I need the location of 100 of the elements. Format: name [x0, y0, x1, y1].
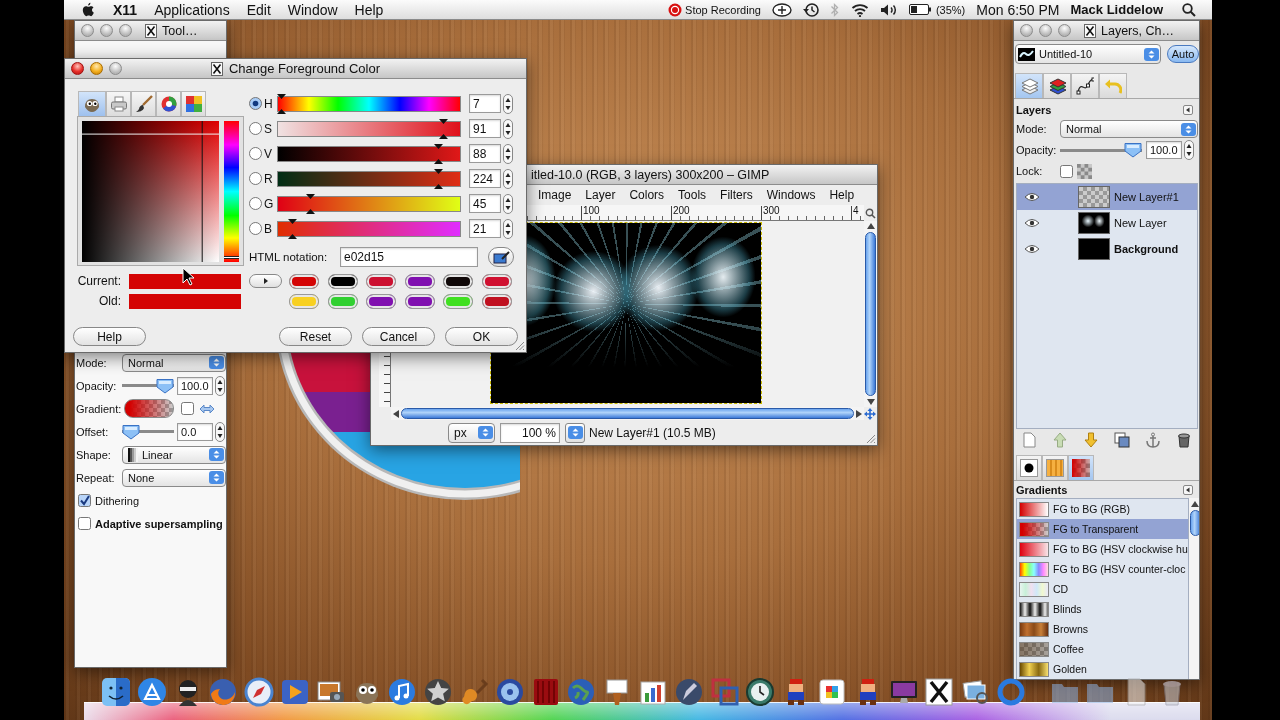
radio-button[interactable] [249, 222, 262, 235]
shape-dropdown[interactable]: Linear [122, 445, 226, 464]
up-arrow-icon[interactable] [866, 223, 875, 229]
layer-row[interactable]: New Layer [1017, 210, 1197, 236]
checkbox[interactable] [78, 494, 91, 507]
panel-menu-icon[interactable] [1183, 485, 1193, 495]
color-history-swatch[interactable] [443, 273, 473, 289]
value-field[interactable]: 0.0 [177, 422, 213, 441]
gradient-row[interactable]: Coffee [1017, 639, 1188, 659]
channel-slider[interactable] [277, 170, 461, 187]
help-button[interactable]: Help [73, 327, 146, 346]
gradient-preview[interactable] [124, 399, 174, 418]
menu-item[interactable]: Image [538, 188, 572, 202]
up-arrow-icon[interactable] [1191, 501, 1199, 507]
spin-arrows-icon[interactable] [503, 118, 513, 139]
slider-thumb[interactable] [1124, 142, 1142, 158]
channel-slider[interactable] [277, 195, 461, 212]
gradient-row[interactable]: Browns [1017, 619, 1188, 639]
color-history-swatch[interactable] [289, 273, 319, 289]
minimize-button[interactable] [1039, 24, 1052, 37]
zoom-dropdown-button[interactable] [565, 422, 585, 443]
gradient-row[interactable]: Golden [1017, 659, 1188, 679]
close-button[interactable] [71, 62, 84, 75]
anchor-icon[interactable] [1145, 432, 1161, 448]
swap-arrows-icon[interactable] [199, 403, 215, 414]
menu-item[interactable]: Window [287, 0, 338, 19]
slider-marker[interactable] [306, 193, 316, 214]
radio-button[interactable] [249, 122, 262, 135]
menu-item[interactable]: Filters [720, 188, 753, 202]
color-history-swatch[interactable] [443, 293, 473, 309]
slider-thumb[interactable] [122, 423, 140, 440]
unit-dropdown[interactable]: px [448, 422, 495, 443]
visibility-toggle[interactable] [1024, 217, 1040, 229]
mode-dropdown[interactable]: Normal [1060, 120, 1198, 138]
scrollbar-thumb[interactable] [401, 408, 854, 419]
zoom-button[interactable] [119, 24, 132, 37]
layer-row[interactable]: New Layer#1 [1017, 184, 1197, 210]
layer-row[interactable]: Background [1017, 236, 1197, 262]
vertical-scrollbar[interactable] [1188, 498, 1199, 679]
spin-arrows-icon[interactable] [503, 93, 513, 114]
visibility-toggle[interactable] [1024, 191, 1040, 203]
search-icon[interactable] [1182, 2, 1196, 17]
radio-button[interactable] [249, 172, 262, 185]
horizontal-scrollbar[interactable] [391, 407, 864, 420]
scrollbar-thumb[interactable] [865, 232, 876, 396]
cancel-button[interactable]: Cancel [362, 327, 435, 346]
resize-grip-icon[interactable] [514, 340, 525, 351]
right-arrow-icon[interactable] [856, 409, 862, 418]
channel-value-field[interactable]: 45 [469, 194, 501, 213]
color-history-swatch[interactable] [366, 273, 396, 289]
history-button[interactable] [249, 274, 282, 288]
checkbox[interactable] [78, 517, 91, 530]
compass-icon[interactable] [243, 676, 276, 708]
dock-tab[interactable] [1016, 455, 1042, 480]
menu-item[interactable]: Windows [766, 188, 816, 202]
selector-tab[interactable] [131, 91, 156, 116]
close-button[interactable] [81, 24, 94, 37]
dropdown[interactable]: None [122, 468, 226, 487]
zoom-button[interactable] [109, 62, 122, 75]
gradient-row[interactable]: Blinds [1017, 599, 1188, 619]
channel-value-field[interactable]: 88 [469, 144, 501, 163]
image-dropdown[interactable]: Untitled-10 [1015, 44, 1161, 64]
clock-icon[interactable] [744, 676, 777, 708]
gradient-row[interactable]: FG to BG (RGB) [1017, 499, 1188, 519]
down-arrow-icon[interactable] [866, 399, 875, 405]
color-history-swatch[interactable] [289, 293, 319, 309]
resize-grip-icon[interactable] [865, 433, 876, 444]
reset-button[interactable]: Reset [279, 327, 352, 346]
slider-marker[interactable] [439, 118, 449, 139]
menu-item[interactable]: Help [354, 0, 384, 19]
minimize-button[interactable] [100, 24, 113, 37]
dock-tab[interactable] [1071, 73, 1099, 98]
visibility-toggle[interactable] [1024, 243, 1040, 255]
apple-icon[interactable] [80, 0, 96, 19]
radio-button[interactable] [249, 97, 262, 110]
spin-arrows-icon[interactable] [503, 193, 513, 214]
panel-menu-icon[interactable] [1183, 104, 1193, 115]
dropdown[interactable]: Normal [122, 353, 226, 372]
color-history-swatch[interactable] [404, 293, 435, 309]
color-picker-button[interactable] [488, 247, 514, 267]
menu-item[interactable]: Edit [246, 0, 271, 19]
spin-arrows-icon[interactable] [503, 168, 513, 189]
gradient-row[interactable]: FG to BG (HSV clockwise hu [1017, 539, 1188, 559]
spin-arrows-icon[interactable] [215, 421, 225, 442]
app-menu[interactable]: X11 [113, 0, 138, 19]
menu-item[interactable]: Help [829, 188, 855, 202]
checkbox[interactable] [181, 402, 194, 415]
slider-marker[interactable] [433, 168, 443, 189]
battery-icon[interactable] [908, 4, 931, 15]
close-button[interactable] [1020, 24, 1033, 37]
slider-marker[interactable] [277, 93, 287, 114]
gradient-row[interactable]: CD [1017, 579, 1188, 599]
selector-tab[interactable] [156, 91, 181, 116]
smiley-icon[interactable] [100, 676, 132, 708]
volume-icon[interactable] [879, 2, 898, 17]
vertical-scrollbar[interactable] [864, 221, 877, 407]
channel-slider[interactable] [277, 95, 461, 112]
channel-value-field[interactable]: 7 [469, 94, 501, 113]
channel-slider[interactable] [277, 145, 461, 162]
radio-button[interactable] [249, 147, 262, 160]
